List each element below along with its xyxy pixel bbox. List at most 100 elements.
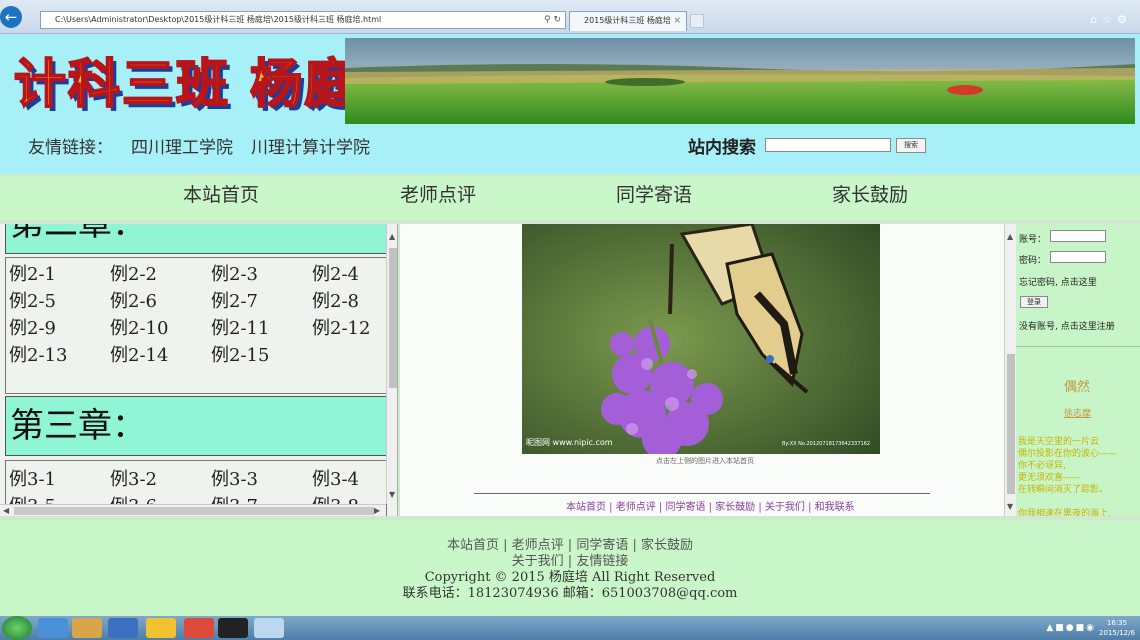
shield-taskbar-icon[interactable] [108, 618, 138, 638]
center-vertical-scrollbar[interactable]: ▲ ▼ [1004, 224, 1016, 516]
example-link[interactable]: 例2-6 [110, 287, 157, 313]
home-star-gear-icon[interactable]: ⌂☆⚙ [1090, 13, 1132, 26]
example-link[interactable]: 例2-5 [9, 287, 56, 313]
scroll-down-icon[interactable]: ▼ [1007, 502, 1013, 511]
chapter-3-heading: 第三章： [5, 396, 387, 456]
friend-links-label: 友情链接： [28, 138, 113, 158]
nav-teacher-review[interactable]: 老师点评 [400, 180, 476, 207]
scroll-up-icon[interactable]: ▲ [389, 232, 395, 241]
friend-link-1[interactable]: 四川理工学院 [131, 138, 233, 158]
example-link[interactable]: 例3-1 [9, 465, 56, 491]
search-label: 站内搜索 [688, 138, 756, 158]
example-link[interactable]: 例2-10 [110, 314, 168, 340]
ie-taskbar-icon[interactable] [254, 618, 284, 638]
left-vertical-scrollbar[interactable]: ▲ ▼ [386, 224, 397, 504]
main-nav: 本站首页 老师点评 同学寄语 家长鼓励 [0, 176, 1140, 220]
faint-text-area [540, 466, 880, 496]
chrome-taskbar-icon[interactable] [184, 618, 214, 638]
example-link[interactable]: 例2-1 [9, 260, 56, 286]
photo-watermark-left: 昵图网 www.nipic.com [526, 438, 613, 447]
forgot-password-link[interactable]: 忘记密码, 点击这里 [1019, 275, 1097, 288]
address-text: C:\Users\Administrator\Desktop\2015级计科三班… [55, 15, 382, 24]
back-arrow-icon[interactable]: ← [0, 6, 22, 28]
poem-line [1018, 496, 1140, 508]
login-sidebar: 账号： 密码： 忘记密码, 点击这里 登录 没有账号, 点击这里注册 偶然 徐志… [1016, 224, 1140, 516]
account-input[interactable] [1050, 230, 1106, 242]
login-button[interactable]: 登录 [1020, 296, 1048, 308]
scroll-right-icon[interactable]: ▶ [374, 506, 380, 515]
scroll-thumb[interactable] [389, 248, 397, 388]
scroll-up-icon[interactable]: ▲ [1007, 232, 1013, 241]
chapter-2-grid: 例2-1 例2-2 例2-3 例2-4 例2-5 例2-6 例2-7 例2-8 … [5, 257, 387, 394]
site-logo[interactable]: 计科三班 杨庭培 [10, 42, 411, 122]
example-link[interactable]: 例2-15 [211, 341, 269, 367]
example-link[interactable]: 例2-2 [110, 260, 157, 286]
clock-date: 2015/12/6 [1099, 629, 1135, 637]
chapter-frame: 第二章： 例2-1 例2-2 例2-3 例2-4 例2-5 例2-6 例2-7 … [0, 224, 398, 516]
example-link[interactable]: 例3-4 [312, 465, 359, 491]
app-taskbar-icon[interactable] [72, 618, 102, 638]
poem-line: 在转瞬间消灭了踪影。 [1018, 485, 1109, 495]
example-link[interactable]: 例2-11 [211, 314, 269, 340]
chapter-2-heading: 第二章： [5, 224, 387, 254]
poem-body: 我是天空里的一片云 偶尔投影在你的波心—— 你不必讶异, 更无须欢喜—— 在转瞬… [1018, 436, 1140, 516]
app-taskbar-icon[interactable] [146, 618, 176, 638]
example-link[interactable]: 例2-7 [211, 287, 258, 313]
example-link[interactable]: 例2-13 [9, 341, 67, 367]
content-frame: 昵图网 www.nipic.com By:XX No.2012071817364… [400, 224, 1016, 516]
example-link[interactable]: 例2-12 [312, 314, 370, 340]
scroll-left-icon[interactable]: ◀ [3, 506, 9, 515]
search-refresh-icon[interactable]: ⚲ ↻ [544, 12, 561, 28]
friend-link-2[interactable]: 川理计算计学院 [251, 138, 370, 158]
example-link[interactable]: 例3-3 [211, 465, 258, 491]
poem-line: 你我相逢在黑夜的海上, [1018, 509, 1111, 516]
example-link[interactable]: 例2-4 [312, 260, 359, 286]
register-link[interactable]: 没有账号, 点击这里注册 [1019, 319, 1115, 332]
poem-line: 我是天空里的一片云 [1018, 437, 1100, 447]
clock-time: 16:35 [1106, 619, 1128, 627]
friend-links: 友情链接： 四川理工学院 川理计算计学院 [28, 133, 388, 158]
scroll-thumb[interactable] [14, 507, 374, 515]
divider [1016, 346, 1140, 347]
qq-taskbar-icon[interactable] [218, 618, 248, 638]
footer-copyright: Copyright © 2015 杨庭培 All Right Reserved [424, 570, 716, 585]
footer-contact: 联系电话：18123074936 邮箱：651003708@qq.com [402, 586, 738, 601]
footer-nav-links[interactable]: 本站首页 | 老师点评 | 同学寄语 | 家长鼓励 [0, 520, 1140, 554]
butterfly-photo[interactable]: 昵图网 www.nipic.com By:XX No.2012071817364… [522, 224, 880, 454]
site-footer: 本站首页 | 老师点评 | 同学寄语 | 家长鼓励 关于我们 | 友情链接 Co… [0, 520, 1140, 616]
divider [474, 493, 930, 494]
browser-tab[interactable]: 2015级计科三班 杨庭培 × [569, 11, 687, 31]
nav-classmate-message[interactable]: 同学寄语 [616, 180, 692, 207]
scroll-down-icon[interactable]: ▼ [389, 490, 395, 499]
poem-line: 偶尔投影在你的波心—— [1018, 449, 1118, 459]
scroll-thumb[interactable] [1007, 354, 1015, 494]
example-link[interactable]: 例2-3 [211, 260, 258, 286]
left-horizontal-scrollbar[interactable]: ◀ ▶ [0, 504, 386, 516]
password-label: 密码： [1019, 256, 1047, 266]
poem-author[interactable]: 徐志摩 [1064, 406, 1091, 419]
start-button[interactable] [2, 616, 32, 640]
poem-line: 更无须欢喜—— [1018, 473, 1082, 483]
address-bar[interactable]: C:\Users\Administrator\Desktop\2015级计科三班… [40, 11, 566, 29]
example-link[interactable]: 例2-9 [9, 314, 56, 340]
new-tab-button[interactable] [690, 14, 704, 28]
site-header: 计科三班 杨庭培 友情链接： 四川理工学院 川理计算计学院 站内搜索 搜索 [0, 34, 1140, 174]
footer-about-links[interactable]: 关于我们 | 友情链接 [0, 554, 1140, 570]
nav-home[interactable]: 本站首页 [183, 180, 259, 207]
system-tray-icons[interactable]: ▲■●■◉ [1046, 623, 1096, 633]
taskbar-clock[interactable]: 16:35 2015/12/6 [1098, 618, 1136, 638]
nav-parent-encourage[interactable]: 家长鼓励 [832, 180, 908, 207]
password-input[interactable] [1050, 251, 1106, 263]
close-icon[interactable]: × [673, 12, 681, 30]
search-input[interactable] [765, 138, 891, 152]
content-bottom-links[interactable]: 本站首页 | 老师点评 | 同学寄语 | 家长鼓励 | 关于我们 | 和我联系 [566, 498, 855, 513]
account-label: 账号： [1019, 235, 1047, 245]
search-button[interactable]: 搜索 [896, 138, 926, 153]
example-link[interactable]: 例2-14 [110, 341, 168, 367]
example-link[interactable]: 例3-2 [110, 465, 157, 491]
poem-title: 偶然 [1064, 380, 1091, 395]
browser-taskbar-icon[interactable] [38, 618, 68, 638]
browser-toolbar: ← C:\Users\Administrator\Desktop\2015级计科… [0, 0, 1140, 34]
tab-title: 2015级计科三班 杨庭培 [584, 16, 671, 25]
example-link[interactable]: 例2-8 [312, 287, 359, 313]
